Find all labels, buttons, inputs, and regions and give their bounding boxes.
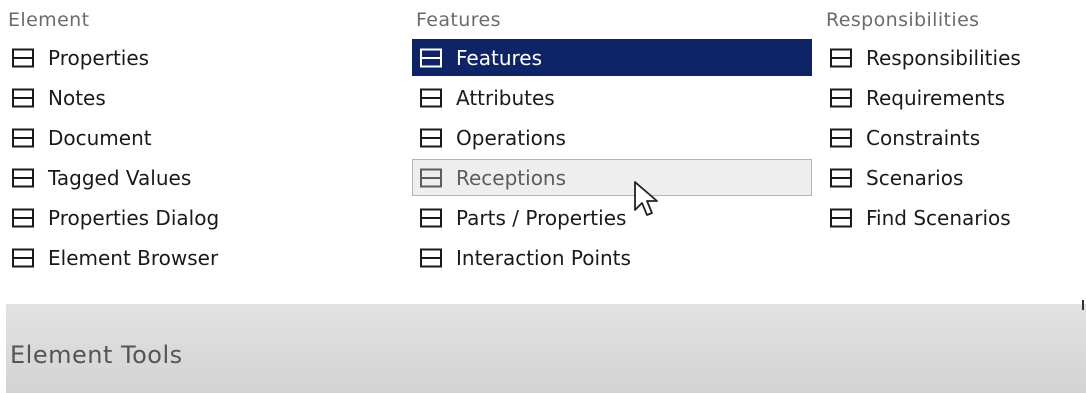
menu-item-label: Properties bbox=[48, 45, 150, 70]
features-group: Features Features Attributes Operations … bbox=[412, 0, 812, 279]
menu-item-notes[interactable]: Notes bbox=[4, 79, 384, 116]
menu-item-label: Tagged Values bbox=[48, 165, 192, 190]
window-panel-icon bbox=[830, 88, 852, 108]
menu-item-scenarios[interactable]: Scenarios bbox=[822, 159, 1084, 196]
menu-item-requirements[interactable]: Requirements bbox=[822, 79, 1084, 116]
window-panel-icon bbox=[420, 128, 442, 148]
element-group-header: Element bbox=[8, 9, 90, 31]
panel-edge-marker bbox=[1082, 300, 1084, 310]
window-panel-icon bbox=[830, 128, 852, 148]
features-group-header: Features bbox=[416, 9, 501, 31]
menu-item-label: Find Scenarios bbox=[866, 205, 1011, 230]
menu-item-operations[interactable]: Operations bbox=[412, 119, 812, 156]
menu-item-label: Interaction Points bbox=[456, 245, 631, 270]
menu-item-document[interactable]: Document bbox=[4, 119, 384, 156]
window-panel-icon bbox=[420, 88, 442, 108]
menu-item-label: Attributes bbox=[456, 85, 555, 110]
menu-item-features[interactable]: Features bbox=[412, 39, 812, 76]
menu-item-element-browser[interactable]: Element Browser bbox=[4, 239, 384, 276]
menu-item-responsibilities[interactable]: Responsibilities bbox=[822, 39, 1084, 76]
menu-item-interaction-points[interactable]: Interaction Points bbox=[412, 239, 812, 276]
menu-item-label: Notes bbox=[48, 85, 106, 110]
window-panel-icon bbox=[830, 208, 852, 228]
responsibilities-group: Responsibilities Responsibilities Requir… bbox=[822, 0, 1084, 239]
menu-item-constraints[interactable]: Constraints bbox=[822, 119, 1084, 156]
window-panel-icon bbox=[830, 48, 852, 68]
menu-item-label: Constraints bbox=[866, 125, 981, 150]
menu-item-tagged-values[interactable]: Tagged Values bbox=[4, 159, 384, 196]
window-panel-icon bbox=[420, 248, 442, 268]
menu-item-label: Properties Dialog bbox=[48, 205, 220, 230]
element-tools-title: Element Tools bbox=[10, 341, 183, 369]
window-panel-icon bbox=[12, 128, 34, 148]
menu-item-label: Parts / Properties bbox=[456, 205, 627, 230]
menu-item-label: Document bbox=[48, 125, 152, 150]
ribbon-panel: Element Properties Notes Document Tagged… bbox=[0, 0, 1086, 393]
menu-item-properties[interactable]: Properties bbox=[4, 39, 384, 76]
menu-item-attributes[interactable]: Attributes bbox=[412, 79, 812, 116]
window-panel-icon bbox=[420, 48, 442, 68]
window-panel-icon bbox=[12, 208, 34, 228]
window-panel-icon bbox=[12, 168, 34, 188]
element-tools-bar: Element Tools bbox=[6, 304, 1086, 393]
menu-item-label: Responsibilities bbox=[866, 45, 1021, 70]
element-group: Element Properties Notes Document Tagged… bbox=[4, 0, 384, 279]
menu-item-label: Requirements bbox=[866, 85, 1006, 110]
window-panel-icon bbox=[12, 248, 34, 268]
window-panel-icon bbox=[830, 168, 852, 188]
menu-item-label: Receptions bbox=[456, 165, 567, 190]
responsibilities-items: Responsibilities Requirements Constraint… bbox=[822, 39, 1084, 236]
menu-item-label: Features bbox=[456, 45, 542, 70]
menu-item-label: Element Browser bbox=[48, 245, 219, 270]
features-items: Features Attributes Operations Reception… bbox=[412, 39, 812, 276]
menu-item-properties-dialog[interactable]: Properties Dialog bbox=[4, 199, 384, 236]
menu-item-parts-properties[interactable]: Parts / Properties bbox=[412, 199, 812, 236]
menu-item-label: Operations bbox=[456, 125, 566, 150]
window-panel-icon bbox=[420, 168, 442, 188]
window-panel-icon bbox=[12, 88, 34, 108]
menu-item-find-scenarios[interactable]: Find Scenarios bbox=[822, 199, 1084, 236]
window-panel-icon bbox=[420, 208, 442, 228]
element-items: Properties Notes Document Tagged Values … bbox=[4, 39, 384, 276]
responsibilities-group-header: Responsibilities bbox=[826, 9, 980, 31]
menu-item-receptions[interactable]: Receptions bbox=[412, 159, 812, 196]
window-panel-icon bbox=[12, 48, 34, 68]
menu-item-label: Scenarios bbox=[866, 165, 964, 190]
